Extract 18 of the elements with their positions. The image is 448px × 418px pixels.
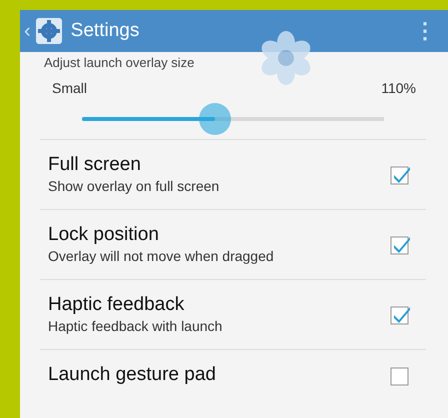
- setting-title: Lock position: [48, 224, 160, 248]
- checkbox[interactable]: [390, 164, 412, 186]
- setting-description: Show overlay on full screen: [48, 177, 220, 196]
- checkbox[interactable]: [390, 234, 412, 256]
- setting-title: Launch gesture pad: [48, 364, 217, 388]
- checkbox[interactable]: [390, 304, 412, 326]
- section-heading: Adjust launch overlay size: [44, 56, 196, 70]
- setting-description: Overlay will not move when dragged: [48, 247, 275, 266]
- screen-title: Settings: [70, 18, 140, 43]
- setting-title: Haptic feedback: [48, 294, 186, 318]
- slider-thumb[interactable]: [198, 103, 231, 136]
- slider-label: Small: [52, 79, 88, 98]
- back-icon[interactable]: ‹: [24, 21, 31, 41]
- setting-description: Haptic feedback with launch: [48, 317, 224, 336]
- slider-reading: 110%: [381, 79, 416, 98]
- settings-icon: [34, 17, 63, 45]
- setting-title: Full screen: [48, 154, 142, 178]
- menu-icon[interactable]: ⋮: [406, 20, 444, 42]
